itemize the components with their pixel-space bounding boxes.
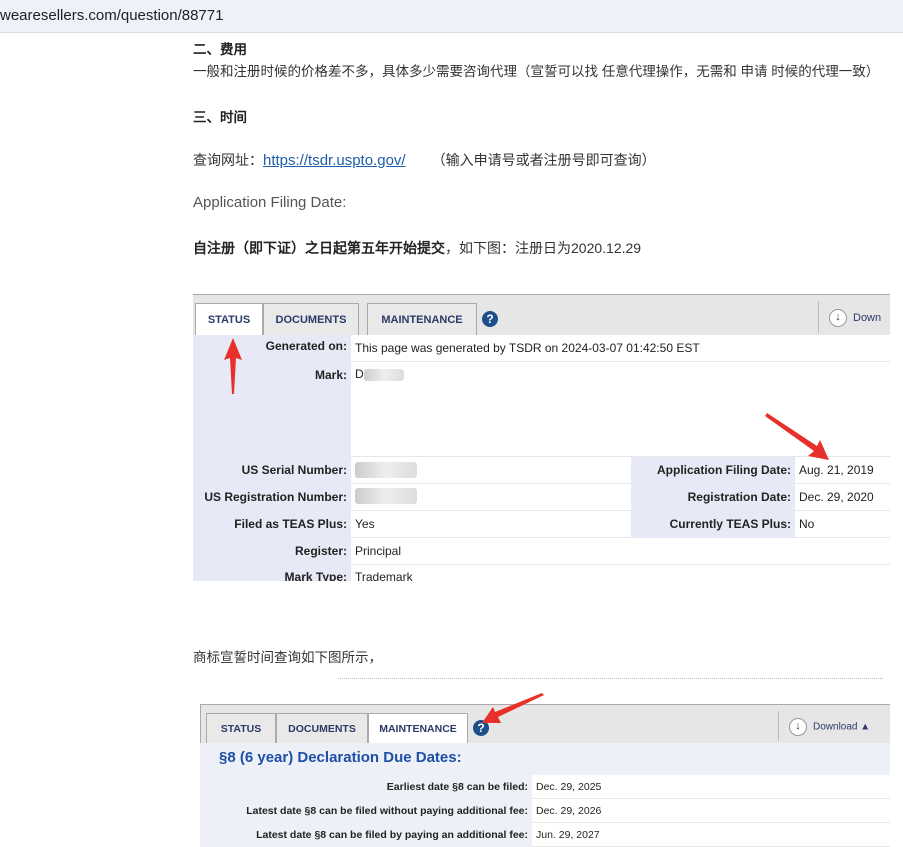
address-bar[interactable]: wearesellers.com/question/88771 (0, 0, 903, 33)
arrow-diagonal-shape-2 (482, 693, 544, 723)
latest-no-fee-value: Dec. 29, 2026 (532, 799, 890, 823)
download-label: Down (853, 311, 882, 324)
tsdr-link[interactable]: https://tsdr.uspto.gov/ (263, 152, 406, 169)
tab-status-2[interactable]: STATUS (206, 713, 276, 744)
mark-type-label: Mark Type: (193, 570, 351, 581)
latest-fee-label: Latest date §8 can be filed by paying an… (200, 823, 532, 847)
section2-heading: 二、费用 (193, 42, 247, 57)
rule-line: 自注册（即下证）之日起第五年开始提交，如下图：注册日为2020.12.29 (193, 238, 641, 258)
reg-number-value (351, 484, 631, 511)
filing-date-label: Application Filing Date: (193, 194, 347, 211)
arrow-up-shape (224, 338, 242, 394)
tab-documents-2[interactable]: DOCUMENTS (276, 713, 368, 744)
latest-no-fee-label: Latest date §8 can be filed without payi… (200, 799, 532, 823)
divider (818, 301, 819, 333)
reg-date-value: Dec. 29, 2020 (795, 484, 890, 511)
tab-status[interactable]: STATUS (195, 303, 263, 337)
reg-number-label: US Registration Number: (193, 490, 351, 510)
mark-type-value: Trademark (351, 565, 890, 581)
blurred-serial (355, 462, 417, 478)
mark-text: D (355, 367, 364, 381)
earliest-label: Earliest date §8 can be filed: (200, 775, 532, 799)
arrow-to-filing-date (765, 413, 829, 460)
section2-text: 一般和注册时候的价格差不多，具体多少需要咨询代理（宣誓可以找 任意代理操作，无需… (193, 64, 880, 79)
register-label: Register: (193, 544, 351, 564)
serial-value (351, 457, 631, 484)
blurred-reg-number (355, 488, 417, 504)
earliest-value: Dec. 29, 2025 (532, 775, 890, 799)
teas-value: Yes (351, 511, 631, 538)
serial-label: US Serial Number: (193, 463, 351, 483)
url-text[interactable]: wearesellers.com/question/88771 (0, 7, 223, 24)
download-icon-2: ↓ (789, 718, 807, 736)
arrow-up-status (224, 338, 242, 394)
declaration-heading: §8 (6 year) Declaration Due Dates: (219, 749, 462, 766)
section3-heading: 三、时间 (193, 110, 247, 125)
latest-fee-value: Jun. 29, 2027 (532, 823, 890, 847)
current-teas-label: Currently TEAS Plus: (631, 511, 795, 538)
download-label-2: Download ▲ (813, 721, 871, 733)
download-icon: ↓ (829, 309, 847, 327)
register-value: Principal (351, 538, 890, 565)
caption2: 商标宣誓时间查询如下图所示， (193, 650, 382, 665)
rule-rest: ，如下图：注册日为2020.12.29 (445, 240, 642, 256)
reg-date-label: Registration Date: (631, 484, 795, 511)
query-line: 查询网址：https://tsdr.uspto.gov/ （输入申请号或者注册号即… (193, 150, 656, 170)
divider-2 (778, 711, 779, 741)
arrow-to-help-2 (482, 693, 544, 723)
arrow-diagonal-shape (765, 413, 829, 460)
tab-bar: STATUS DOCUMENTS MAINTENANCE ? ↓ Down (193, 294, 890, 337)
blurred-mark (363, 368, 404, 381)
tab-documents[interactable]: DOCUMENTS (263, 303, 359, 336)
download-button-2[interactable]: ↓ Download ▲ (789, 718, 870, 736)
rule-bold: 自注册（即下证）之日起第五年开始提交 (193, 240, 445, 256)
tab-maintenance[interactable]: MAINTENANCE (367, 303, 477, 336)
dotted-divider (338, 678, 883, 679)
query-label: 查询网址： (193, 152, 263, 168)
generated-value: This page was generated by TSDR on 2024-… (351, 335, 890, 362)
mark-label: Mark: (193, 368, 351, 388)
download-button[interactable]: ↓ Down (829, 309, 881, 327)
query-note: （输入申请号或者注册号即可查询） (431, 152, 656, 168)
tab-maintenance-2[interactable]: MAINTENANCE (368, 713, 468, 745)
help-icon[interactable]: ? (482, 311, 498, 327)
current-teas-value: No (795, 511, 890, 538)
teas-label: Filed as TEAS Plus: (193, 517, 351, 537)
generated-label: Generated on: (193, 339, 351, 359)
